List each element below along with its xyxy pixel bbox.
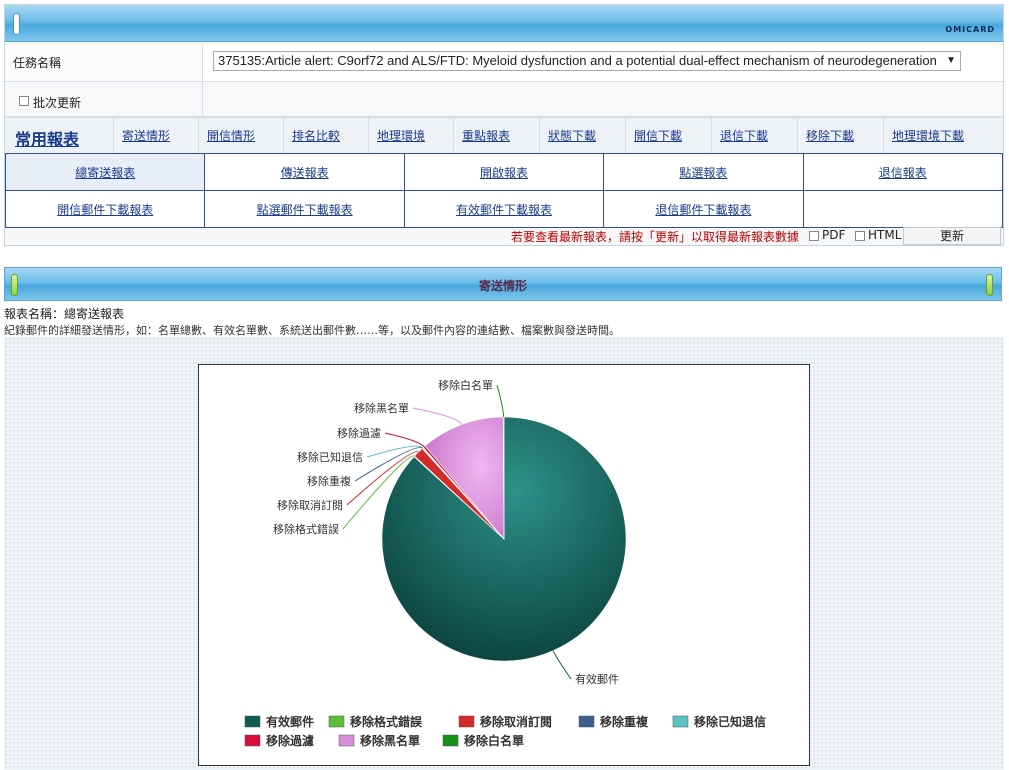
nav-item-open-status[interactable]: 開信情形 bbox=[198, 118, 283, 155]
link-click-report[interactable]: 點選報表 bbox=[679, 166, 727, 180]
html-label: HTML bbox=[868, 228, 902, 242]
legend-swatch bbox=[328, 715, 345, 728]
link-transmit-report[interactable]: 傳送報表 bbox=[281, 166, 329, 180]
legend-swatch bbox=[672, 715, 689, 728]
report-cell-empty bbox=[802, 190, 1004, 228]
leader-line bbox=[496, 384, 505, 418]
nav-title[interactable]: 常用報表 bbox=[15, 126, 79, 150]
link-click-mail-download[interactable]: 點選郵件下載報表 bbox=[257, 203, 353, 217]
nav-item-geography-download[interactable]: 地理環境下載 bbox=[883, 118, 1003, 155]
legend-swatch bbox=[338, 734, 355, 747]
task-label: 任務名稱 bbox=[5, 45, 203, 81]
nav-item-remove-download[interactable]: 移除下載 bbox=[797, 118, 883, 155]
report-cell: 開信郵件下載報表 bbox=[4, 190, 206, 228]
batch-update-label: 批次更新 bbox=[33, 96, 82, 110]
report-cell: 點選報表 bbox=[603, 153, 804, 191]
legend-label[interactable]: 移除白名單 bbox=[464, 733, 524, 748]
batch-update-checkbox[interactable] bbox=[19, 96, 29, 106]
link-bounce-mail-download[interactable]: 退信郵件下載報表 bbox=[655, 203, 751, 217]
slice-label: 移除格式錯誤 bbox=[273, 522, 339, 536]
html-checkbox[interactable] bbox=[855, 230, 865, 241]
report-cell: 傳送報表 bbox=[204, 153, 405, 191]
slice-label: 有效郵件 bbox=[575, 672, 619, 686]
refresh-button[interactable]: 更新 bbox=[903, 227, 1001, 245]
link-total-send-report[interactable]: 總寄送報表 bbox=[75, 166, 135, 180]
slice-label: 移除黑名單 bbox=[354, 401, 409, 415]
chevron-down-icon: ▼ bbox=[946, 55, 956, 66]
slice-label: 移除白名單 bbox=[438, 378, 493, 392]
link-open-report[interactable]: 開啟報表 bbox=[480, 166, 528, 180]
pdf-option: PDF bbox=[809, 228, 845, 242]
legend-label[interactable]: 移除過濾 bbox=[266, 733, 314, 748]
report-cell: 總寄送報表 bbox=[4, 153, 206, 191]
report-panel: OMICARD 任務名稱 375135:Article alert: C9orf… bbox=[4, 4, 1004, 246]
batch-cell: 批次更新 bbox=[5, 82, 203, 116]
leader-line bbox=[366, 445, 424, 458]
green-pill-icon bbox=[986, 274, 993, 296]
legend-swatch bbox=[442, 734, 459, 747]
report-cell: 有效郵件下載報表 bbox=[403, 190, 605, 228]
legend-swatch bbox=[244, 734, 261, 747]
html-option: HTML bbox=[855, 228, 901, 242]
slice-label: 移除已知退信 bbox=[297, 450, 363, 464]
pie-chart: 有效郵件 移除格式錯誤 移除取消訂閱 移除重複 移除已知退信 移除過濾 移除黑名單 移除白名單… bbox=[198, 364, 810, 766]
section-title: 寄送情形 bbox=[478, 279, 527, 293]
task-select[interactable]: 375135:Article alert: C9orf72 and ALS/FT… bbox=[213, 51, 961, 71]
task-row: 任務名稱 375135:Article alert: C9orf72 and A… bbox=[5, 45, 1003, 82]
report-name: 報表名稱：總寄送報表 bbox=[4, 307, 125, 321]
legend-label[interactable]: 移除已知退信 bbox=[694, 714, 766, 729]
leader-line bbox=[552, 650, 572, 680]
link-open-mail-download[interactable]: 開信郵件下載報表 bbox=[57, 203, 153, 217]
nav-item-open-download[interactable]: 開信下載 bbox=[625, 118, 711, 155]
nav-item-geography[interactable]: 地理環境 bbox=[368, 118, 453, 155]
task-selected-value: 375135:Article alert: C9orf72 and ALS/FT… bbox=[218, 53, 937, 68]
slice-label: 移除取消訂閱 bbox=[277, 498, 343, 512]
report-description: 紀錄郵件的詳細發送情形，如：名單總數、有效名單數、系統送出郵件數……等，以及郵件… bbox=[4, 324, 620, 337]
nav-item-status-download[interactable]: 狀態下載 bbox=[539, 118, 625, 155]
legend-label[interactable]: 移除重複 bbox=[600, 714, 649, 729]
legend-label[interactable]: 移除格式錯誤 bbox=[350, 714, 423, 729]
nav-item-bounce-download[interactable]: 退信下載 bbox=[711, 118, 797, 155]
report-cell: 退信報表 bbox=[802, 153, 1004, 191]
header-bar: OMICARD bbox=[5, 5, 1003, 42]
refresh-row: 若要查看最新報表，請按「更新」以取得最新報表數據 PDF HTML 更新 bbox=[5, 225, 1003, 245]
legend-swatch bbox=[458, 715, 475, 728]
legend-label[interactable]: 移除取消訂閱 bbox=[480, 714, 552, 729]
pie-chart-svg: 有效郵件移除格式錯誤移除取消訂閱移除重複移除已知退信移除過濾移除黑名單移除白名單… bbox=[244, 378, 766, 748]
legend-label[interactable]: 移除黑名單 bbox=[360, 733, 420, 748]
report-links-grid: 總寄送報表 傳送報表 開啟報表 點選報表 退信報表 開信郵件下載報表 點選郵件下… bbox=[4, 153, 1004, 228]
slice-label: 移除重複 bbox=[307, 474, 351, 488]
batch-row: 批次更新 bbox=[5, 82, 1003, 117]
common-reports-nav: 常用報表 寄送情形 開信情形 排名比較 地理環境 重點報表 狀態下載 開信下載 … bbox=[5, 117, 1003, 156]
report-cell: 退信郵件下載報表 bbox=[603, 190, 804, 228]
legend-swatch bbox=[578, 715, 595, 728]
leader-line bbox=[384, 432, 425, 448]
section-header: 寄送情形 bbox=[4, 267, 1002, 301]
header-pill-icon bbox=[13, 13, 20, 35]
nav-item-send-status[interactable]: 寄送情形 bbox=[113, 118, 198, 155]
leader-line bbox=[412, 407, 463, 425]
pdf-checkbox[interactable] bbox=[809, 230, 819, 241]
refresh-notice: 若要查看最新報表，請按「更新」以取得最新報表數據 bbox=[511, 230, 800, 244]
link-valid-mail-download[interactable]: 有效郵件下載報表 bbox=[456, 203, 552, 217]
legend-swatch bbox=[244, 715, 261, 728]
brand-logo: OMICARD bbox=[945, 25, 995, 34]
slice-label: 移除過濾 bbox=[337, 426, 381, 440]
pdf-label: PDF bbox=[822, 228, 846, 242]
nav-item-key-report[interactable]: 重點報表 bbox=[453, 118, 539, 155]
report-cell: 點選郵件下載報表 bbox=[204, 190, 405, 228]
report-cell: 開啟報表 bbox=[403, 153, 605, 191]
link-bounce-report[interactable]: 退信報表 bbox=[879, 166, 927, 180]
legend-label[interactable]: 有效郵件 bbox=[266, 714, 314, 729]
nav-item-ranking[interactable]: 排名比較 bbox=[283, 118, 368, 155]
